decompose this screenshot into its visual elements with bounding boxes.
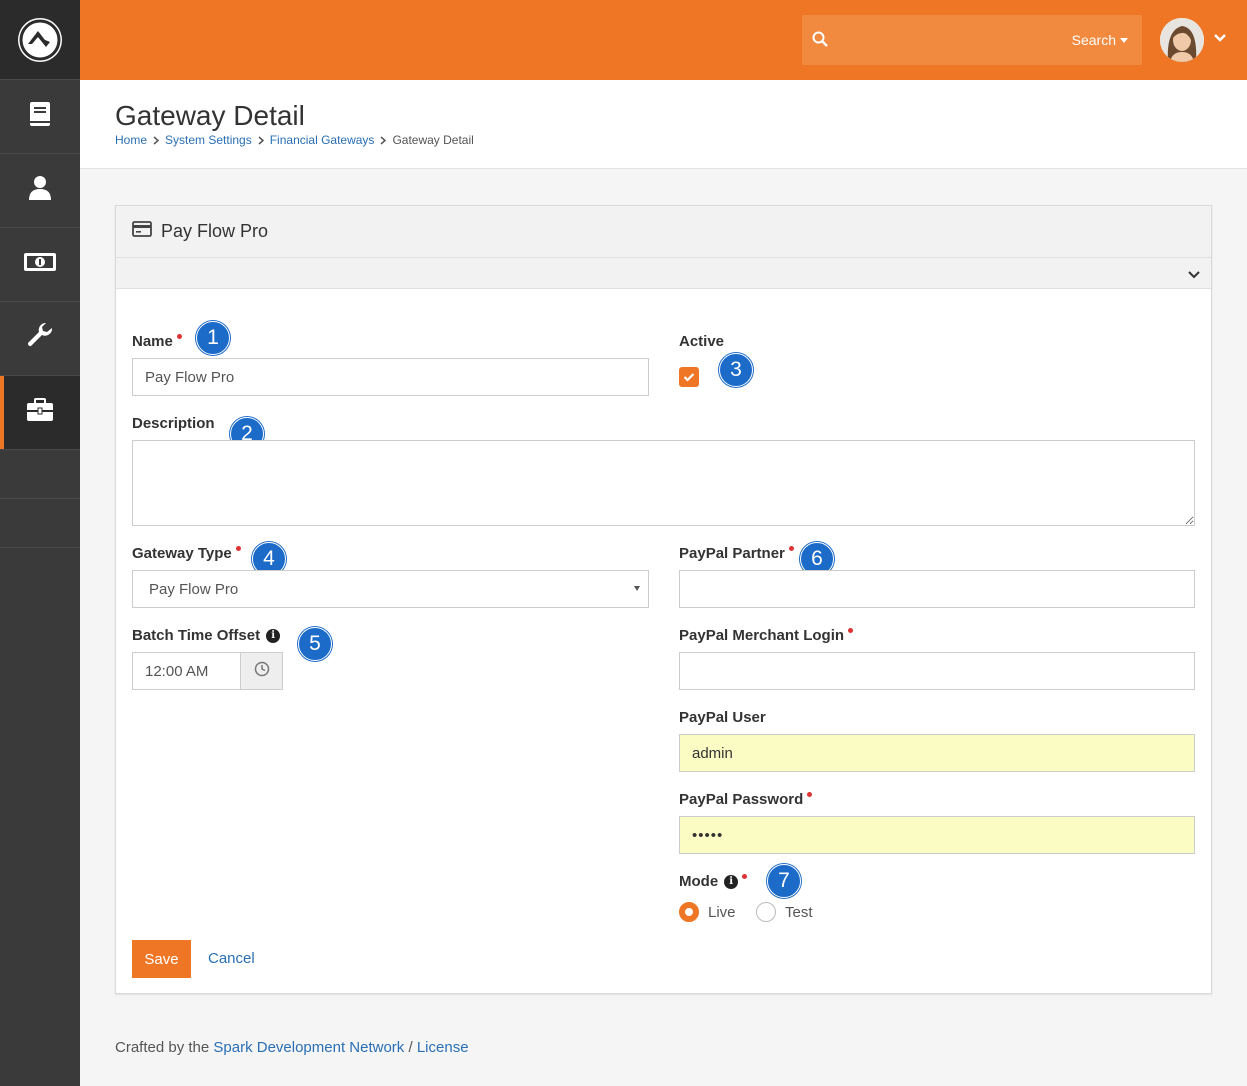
paypal-user-label: PayPal User	[679, 709, 766, 726]
sidebar-spacer	[0, 499, 80, 548]
search-input[interactable]	[836, 25, 1056, 55]
breadcrumb-home[interactable]: Home	[115, 133, 147, 147]
name-label: Name	[132, 333, 182, 350]
description-textarea[interactable]	[132, 440, 1195, 526]
gateway-type-value: Pay Flow Pro	[149, 580, 239, 598]
info-icon[interactable]: i	[266, 628, 281, 643]
gateway-type-label: Gateway Type	[132, 545, 241, 562]
mode-radio-live[interactable]: Live	[679, 902, 736, 922]
required-indicator	[742, 874, 748, 879]
search-type-dropdown[interactable]: Search	[1072, 32, 1128, 48]
cancel-link[interactable]: Cancel	[208, 950, 255, 967]
radio-button[interactable]	[756, 902, 776, 922]
info-icon[interactable]: i	[724, 874, 739, 889]
book-icon	[28, 101, 52, 132]
gateway-type-select[interactable]: Pay Flow Pro	[132, 570, 649, 608]
chevron-down-icon[interactable]	[1187, 267, 1201, 285]
batch-time-offset-label: Batch Time Offset i	[132, 627, 281, 644]
paypal-user-input[interactable]: admin	[679, 734, 1195, 772]
footer-separator: /	[408, 1039, 413, 1056]
panel-title: Pay Flow Pro	[161, 221, 269, 241]
top-bar: Search	[80, 0, 1247, 80]
required-indicator	[176, 334, 182, 339]
paypal-partner-label: PayPal Partner	[679, 545, 794, 562]
sidebar-spacer	[0, 450, 80, 499]
chevron-right-icon	[258, 135, 264, 145]
search-type-label: Search	[1071, 32, 1116, 48]
sidebar-item-admin[interactable]	[0, 376, 80, 450]
rock-logo[interactable]	[0, 0, 80, 80]
active-label: Active	[679, 333, 725, 350]
briefcase-icon	[26, 398, 54, 427]
name-label-text: Name	[132, 333, 173, 350]
breadcrumb: Home System Settings Financial Gateways …	[115, 133, 474, 147]
page-header: Gateway Detail Home System Settings Fina…	[80, 80, 1247, 169]
callout-badge-3: 3	[719, 353, 753, 387]
mode-label-text: Mode	[679, 873, 719, 890]
required-indicator	[235, 546, 241, 551]
footer-prefix: Crafted by the	[115, 1039, 210, 1056]
search-box[interactable]: Search	[802, 15, 1142, 65]
clock-icon	[254, 661, 270, 682]
sidebar	[0, 0, 80, 1086]
breadcrumb-system-settings[interactable]: System Settings	[165, 133, 252, 147]
chevron-right-icon	[153, 135, 160, 145]
paypal-password-label: PayPal Password	[679, 791, 813, 808]
sidebar-item-people[interactable]	[0, 154, 80, 228]
credit-card-icon	[132, 221, 152, 242]
money-icon	[23, 252, 57, 277]
paypal-partner-label-text: PayPal Partner	[679, 545, 785, 562]
spark-link[interactable]: Spark Development Network	[213, 1039, 404, 1056]
batch-time-offset-label-text: Batch Time Offset	[132, 627, 261, 644]
paypal-partner-input[interactable]	[679, 570, 1195, 608]
batch-time-input[interactable]: 12:00 AM	[132, 652, 241, 690]
license-link[interactable]: License	[417, 1039, 469, 1056]
paypal-merchant-login-label-text: PayPal Merchant Login	[679, 627, 845, 644]
sidebar-item-book[interactable]	[0, 80, 80, 154]
gateway-panel: Pay Flow Pro Name 1 Pay Flow Pro Active …	[115, 205, 1212, 994]
footer: Crafted by the Spark Development Network…	[115, 1039, 469, 1056]
wrench-icon	[26, 322, 54, 355]
chevron-right-icon	[380, 135, 387, 145]
paypal-merchant-login-input[interactable]	[679, 652, 1195, 690]
callout-badge-5: 5	[298, 627, 332, 661]
avatar[interactable]	[1160, 18, 1204, 62]
page-title: Gateway Detail	[115, 100, 305, 131]
mode-option-test: Test	[785, 903, 813, 921]
required-indicator	[807, 792, 813, 797]
sidebar-item-finance[interactable]	[0, 228, 80, 302]
sidebar-item-tools[interactable]	[0, 302, 80, 376]
paypal-merchant-login-label: PayPal Merchant Login	[679, 627, 854, 644]
radio-button-checked[interactable]	[679, 902, 699, 922]
callout-badge-1: 1	[196, 321, 230, 355]
active-checkbox[interactable]	[679, 367, 699, 387]
panel-heading: Pay Flow Pro	[116, 206, 1211, 258]
breadcrumb-financial-gateways[interactable]: Financial Gateways	[270, 133, 375, 147]
gateway-type-label-text: Gateway Type	[132, 545, 232, 562]
time-picker-button[interactable]	[241, 652, 283, 690]
save-button[interactable]: Save	[132, 940, 191, 978]
mode-label: Mode i	[679, 873, 748, 890]
logo-icon	[18, 17, 62, 62]
mode-option-live: Live	[708, 903, 736, 921]
caret-down-icon	[634, 586, 640, 591]
search-icon	[812, 31, 828, 52]
paypal-password-label-text: PayPal Password	[679, 791, 804, 808]
required-indicator	[788, 546, 794, 551]
description-label: Description	[132, 415, 215, 432]
panel-drawer[interactable]	[116, 258, 1211, 289]
callout-badge-7: 7	[767, 864, 801, 898]
breadcrumb-current: Gateway Detail	[392, 133, 474, 147]
person-icon	[28, 175, 52, 206]
required-indicator	[848, 628, 854, 633]
chevron-down-icon[interactable]	[1213, 30, 1227, 48]
mode-radio-test[interactable]: Test	[756, 902, 813, 922]
name-input[interactable]: Pay Flow Pro	[132, 358, 649, 396]
paypal-password-input[interactable]: •••••	[679, 816, 1195, 854]
caret-down-icon	[1120, 37, 1128, 43]
